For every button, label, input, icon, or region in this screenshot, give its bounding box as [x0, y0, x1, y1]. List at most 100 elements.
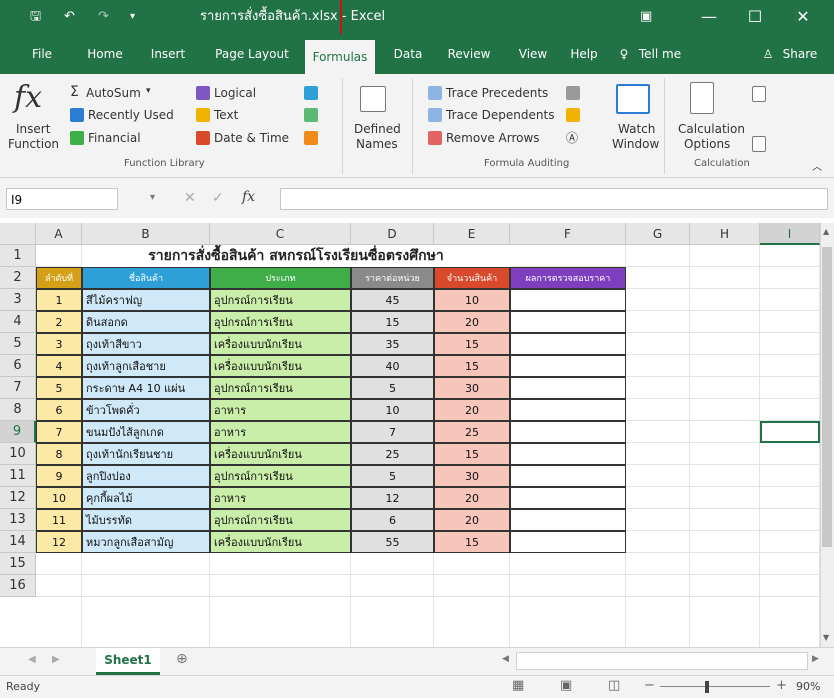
table-cell[interactable]: 30	[434, 465, 510, 487]
trace-precedents-icon[interactable]	[428, 86, 442, 100]
table-cell[interactable]: อุปกรณ์การเรียน	[210, 377, 351, 399]
column-header-c[interactable]: C	[210, 223, 351, 245]
tab-help[interactable]: Help	[562, 34, 606, 74]
table-cell[interactable]: เครื่องแบบนักเรียน	[210, 355, 351, 377]
table-cell[interactable]: อุปกรณ์การเรียน	[210, 509, 351, 531]
zoom-slider-thumb[interactable]	[705, 681, 709, 693]
table-cell[interactable]	[510, 289, 626, 311]
autosum-button[interactable]: AutoSum	[86, 86, 141, 100]
table-cell[interactable]: ข้าวโพดคั่ว	[82, 399, 210, 421]
tab-home[interactable]: Home	[80, 34, 130, 74]
financial-button[interactable]: Financial	[88, 131, 141, 145]
table-cell[interactable]	[510, 355, 626, 377]
column-header-f[interactable]: F	[510, 223, 626, 245]
row-header-6[interactable]: 6	[0, 355, 36, 377]
table-cell[interactable]: 30	[434, 377, 510, 399]
table-cell[interactable]	[510, 333, 626, 355]
table-cell[interactable]: 7	[36, 421, 82, 443]
horizontal-scrollbar[interactable]	[516, 652, 808, 670]
scroll-down-icon[interactable]: ▼	[823, 633, 829, 642]
table-cell[interactable]: ถุงเท้านักเรียนชาย	[82, 443, 210, 465]
column-header-d[interactable]: D	[351, 223, 434, 245]
column-header-a[interactable]: A	[36, 223, 82, 245]
table-cell[interactable]: 15	[434, 333, 510, 355]
insert-function-label1[interactable]: Insert	[16, 122, 50, 136]
row-header-10[interactable]: 10	[0, 443, 36, 465]
watch-window-label2[interactable]: Window	[612, 137, 659, 151]
table-cell[interactable]: 10	[351, 399, 434, 421]
row-header-1[interactable]: 1	[0, 245, 36, 267]
scrollbar-thumb[interactable]	[822, 247, 832, 547]
table-cell[interactable]: อาหาร	[210, 421, 351, 443]
redo-icon[interactable]: ↷	[98, 0, 109, 34]
defined-names-label2[interactable]: Names	[356, 137, 398, 151]
sheet-tab-sheet1[interactable]: Sheet1	[96, 648, 160, 675]
table-cell[interactable]: คุกกี้ผลไม้	[82, 487, 210, 509]
remove-arrows-button[interactable]: Remove Arrows	[446, 131, 540, 145]
name-box[interactable]: I9	[6, 188, 118, 210]
table-cell[interactable]: 15	[434, 355, 510, 377]
tell-me-box[interactable]: Tell me	[636, 34, 684, 74]
table-cell[interactable]: 2	[36, 311, 82, 333]
table-cell[interactable]	[510, 399, 626, 421]
table-cell[interactable]: 20	[434, 311, 510, 333]
zoom-slider[interactable]	[660, 686, 770, 687]
enter-icon[interactable]: ✓	[212, 190, 224, 206]
table-cell[interactable]: หมวกลูกเสือสามัญ	[82, 531, 210, 553]
defined-names-icon[interactable]	[360, 86, 386, 112]
table-cell[interactable]: อาหาร	[210, 399, 351, 421]
table-cell[interactable]: 15	[351, 311, 434, 333]
collapse-ribbon-icon[interactable]: ︿	[812, 158, 822, 173]
chevron-down-icon[interactable]: ▾	[146, 86, 151, 96]
table-cell[interactable]: 55	[351, 531, 434, 553]
calculation-options-icon[interactable]	[690, 82, 714, 114]
table-cell[interactable]	[510, 421, 626, 443]
sigma-icon[interactable]: Σ	[70, 84, 79, 100]
date-time-icon[interactable]	[196, 131, 210, 145]
table-cell[interactable]: อุปกรณ์การเรียน	[210, 465, 351, 487]
table-cell[interactable]: ถุงเท้าสีขาว	[82, 333, 210, 355]
select-all-corner[interactable]	[0, 223, 36, 245]
date-time-button[interactable]: Date & Time	[214, 131, 289, 145]
calculation-options-label1[interactable]: Calculation	[678, 122, 745, 136]
table-cell[interactable]: 40	[351, 355, 434, 377]
column-header-b[interactable]: B	[82, 223, 210, 245]
cancel-icon[interactable]: ✕	[184, 190, 196, 206]
zoom-level[interactable]: 90%	[796, 680, 820, 693]
close-icon[interactable]: ✕	[780, 0, 826, 34]
calculate-sheet-icon[interactable]	[752, 136, 766, 152]
table-header-c[interactable]: ประเภท	[210, 267, 351, 289]
table-cell[interactable]: ลูกปิงปอง	[82, 465, 210, 487]
trace-dependents-icon[interactable]	[428, 108, 442, 122]
column-header-i[interactable]: I	[760, 223, 820, 245]
page-layout-view-icon[interactable]: ▣	[560, 678, 572, 693]
normal-view-icon[interactable]: ▦	[512, 678, 524, 693]
hscroll-left-icon[interactable]: ◀	[502, 654, 509, 664]
row-header-2[interactable]: 2	[0, 267, 36, 289]
lookup-icon[interactable]	[304, 86, 318, 100]
table-header-e[interactable]: จำนวนสินค้า	[434, 267, 510, 289]
table-cell[interactable]: 15	[434, 531, 510, 553]
page-break-view-icon[interactable]: ◫	[608, 678, 620, 693]
row-header-11[interactable]: 11	[0, 465, 36, 487]
row-header-16[interactable]: 16	[0, 575, 36, 597]
recently-used-button[interactable]: Recently Used	[88, 108, 174, 122]
formula-input[interactable]	[280, 188, 828, 210]
zoom-in-icon[interactable]: +	[776, 678, 787, 693]
text-icon[interactable]	[196, 108, 210, 122]
table-cell[interactable]: ดินสอกด	[82, 311, 210, 333]
table-cell[interactable]	[510, 509, 626, 531]
customize-toolbar-icon[interactable]: ▾	[130, 0, 135, 34]
table-cell[interactable]: 9	[36, 465, 82, 487]
logical-icon[interactable]	[196, 86, 210, 100]
undo-icon[interactable]: ↶	[64, 0, 75, 34]
table-header-d[interactable]: ราคาต่อหน่วย	[351, 267, 434, 289]
row-header-12[interactable]: 12	[0, 487, 36, 509]
row-header-4[interactable]: 4	[0, 311, 36, 333]
ribbon-display-icon[interactable]: ▣	[640, 0, 652, 34]
table-cell[interactable]: 15	[434, 443, 510, 465]
table-cell[interactable]: ไม้บรรทัด	[82, 509, 210, 531]
table-cell[interactable]: 5	[351, 377, 434, 399]
calculate-now-icon[interactable]	[752, 86, 766, 102]
trace-dependents-button[interactable]: Trace Dependents	[446, 108, 554, 122]
